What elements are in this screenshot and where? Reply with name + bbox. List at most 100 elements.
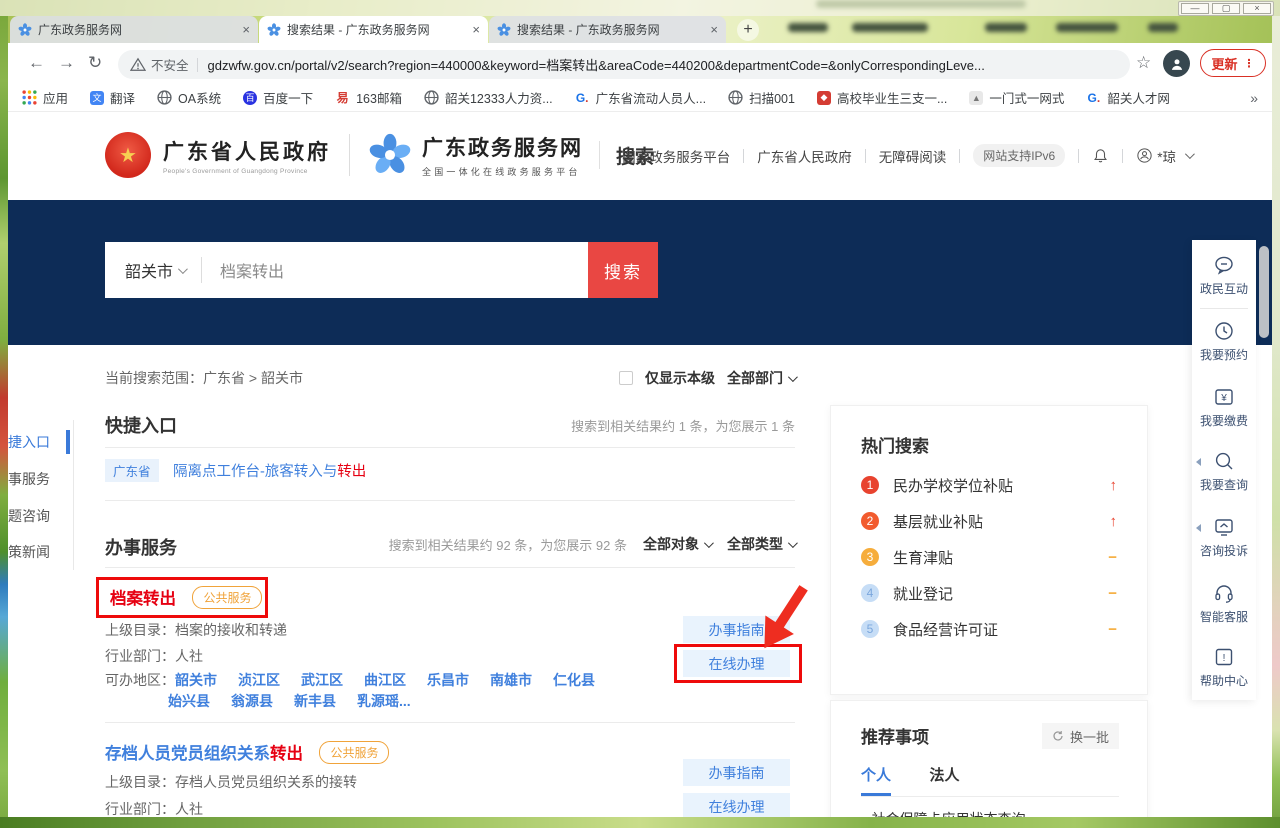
hot-search-item[interactable]: 5 食品经营许可证 − xyxy=(831,611,1147,647)
bookmark-scan001[interactable]: 扫描001 xyxy=(728,88,795,107)
hot-search-item[interactable]: 1 民办学校学位补贴 ↑ xyxy=(831,467,1147,503)
region-selector[interactable]: 韶关市 xyxy=(125,258,173,282)
nav-gov-site[interactable]: 广东省人民政府 xyxy=(757,146,852,166)
area-link[interactable]: 武江区 xyxy=(301,670,343,690)
window-minimize-button[interactable]: — xyxy=(1181,3,1209,14)
divider xyxy=(1200,308,1248,309)
search-input[interactable] xyxy=(218,260,588,280)
bookmark-12333[interactable]: 韶关12333人力资... xyxy=(424,88,553,107)
quick-entry-link[interactable]: 隔离点工作台-旅客转入与转出 xyxy=(173,464,366,480)
user-icon xyxy=(1137,148,1152,163)
bookmark-163mail[interactable]: 易 163邮箱 xyxy=(335,88,402,107)
all-objects-dropdown[interactable]: 全部对象 xyxy=(643,534,714,554)
area-link[interactable]: 韶关市 xyxy=(175,670,217,690)
area-link[interactable]: 乐昌市 xyxy=(427,670,469,690)
bell-icon[interactable] xyxy=(1092,147,1109,165)
hot-search-text: 生育津贴 xyxy=(893,549,954,567)
anchor-services[interactable]: 办事服务 xyxy=(8,469,50,489)
browser-tab-1[interactable]: 广东政务服务网 × xyxy=(10,16,258,43)
reload-icon[interactable]: ↻ xyxy=(88,53,102,73)
trend-up-icon: ↑ xyxy=(1109,512,1118,530)
toolbar-item-appointment[interactable]: 我要预约 xyxy=(1192,320,1256,363)
hot-search-item[interactable]: 3 生育津贴 − xyxy=(831,539,1147,575)
area-link[interactable]: 翁源县 xyxy=(231,691,273,711)
browser-menu-icon[interactable]: ⋮ xyxy=(1244,57,1255,70)
meta-label: 上级目录： xyxy=(105,774,175,790)
refresh-batch-button[interactable]: 换一批 xyxy=(1041,723,1119,749)
services-count: 搜索到相关结果约 92 条，为您展示 92 条 xyxy=(388,537,627,553)
result-meta: 行业部门：人社 xyxy=(105,799,203,819)
area-link[interactable]: 曲江区 xyxy=(364,670,406,690)
bookmark-apps[interactable]: 应用 xyxy=(22,88,68,107)
bookmark-oa[interactable]: OA系统 xyxy=(157,88,221,107)
search-button[interactable]: 搜索 xyxy=(588,242,658,298)
user-menu[interactable]: *琼 xyxy=(1136,146,1195,166)
all-objects-label: 全部对象 xyxy=(643,536,699,552)
area-link[interactable]: 浈江区 xyxy=(238,670,280,690)
chevron-down-icon[interactable] xyxy=(177,263,188,274)
back-icon[interactable]: ← xyxy=(28,53,45,73)
forward-icon[interactable]: → xyxy=(58,53,75,73)
tab-close-icon[interactable]: × xyxy=(242,23,250,36)
person-icon xyxy=(1171,58,1182,70)
address-bar[interactable]: 不安全 gdzwfw.gov.cn/portal/v2/search?regio… xyxy=(118,50,1130,79)
tab-personal[interactable]: 个人 xyxy=(861,764,892,796)
bookmark-yimenshi[interactable]: ▲ 一门式一网式 xyxy=(969,88,1064,107)
bookmark-liudong[interactable]: G. 广东省流动人员人... xyxy=(575,88,706,107)
toolbar-item-interaction[interactable]: 政民互动 xyxy=(1192,254,1256,297)
guide-button[interactable]: 办事指南 xyxy=(683,759,790,786)
tab-title: 搜索结果 - 广东政务服务网 xyxy=(287,23,430,37)
anchor-policy-news[interactable]: 政策新闻 xyxy=(8,542,50,562)
window-close-button[interactable]: × xyxy=(1243,3,1271,14)
bookmark-label: 广东省流动人员人... xyxy=(595,92,707,106)
netease-icon: 易 xyxy=(336,91,349,105)
area-link[interactable]: 新丰县 xyxy=(294,691,336,711)
toolbar-item-complaint[interactable]: 咨询投诉 xyxy=(1192,516,1256,559)
browser-tab-2-active[interactable]: 搜索结果 - 广东政务服务网 × xyxy=(259,16,488,43)
nav-accessibility[interactable]: 无障碍阅读 xyxy=(879,146,947,166)
bookmarks-overflow-icon[interactable]: » xyxy=(1250,90,1258,106)
meta-value: 人社 xyxy=(175,648,203,664)
hot-search-item[interactable]: 4 就业登记 − xyxy=(831,575,1147,611)
desktop: — ▢ × 广东政务服务网 × 搜索结果 - 广东政务服务网 × 搜索结果 - … xyxy=(0,0,1280,828)
bookmark-sanzhi[interactable]: ◆ 高校毕业生三支一... xyxy=(816,88,947,107)
bookmark-baidu[interactable]: 百 百度一下 xyxy=(243,88,313,107)
nav-national-platform[interactable]: 国家政务服务平台 xyxy=(622,146,730,166)
area-link[interactable]: 南雄市 xyxy=(490,670,532,690)
tab-close-icon[interactable]: × xyxy=(472,23,480,36)
browser-update-button[interactable]: 更新 ⋮ xyxy=(1200,49,1266,77)
anchor-consult[interactable]: 问题咨询 xyxy=(8,506,50,526)
browser-tab-3[interactable]: 搜索结果 - 广东政务服务网 × xyxy=(489,16,726,43)
search-box: 韶关市 xyxy=(105,242,588,298)
chevron-down-icon xyxy=(1184,149,1195,160)
area-link[interactable]: 仁化县 xyxy=(553,670,595,690)
bookmark-translate[interactable]: 文 翻译 xyxy=(90,88,135,107)
only-level-checkbox[interactable] xyxy=(619,371,633,385)
toolbar-item-payment[interactable]: ¥ 我要缴费 xyxy=(1192,386,1256,429)
online-apply-button[interactable]: 在线办理 xyxy=(683,793,790,820)
area-link[interactable]: 乳源瑶... xyxy=(357,691,411,711)
window-maximize-button[interactable]: ▢ xyxy=(1212,3,1240,14)
quick-entry-item[interactable]: 广东省 隔离点工作台-旅客转入与转出 xyxy=(105,459,366,482)
bookmark-label: 应用 xyxy=(43,92,69,106)
tab-close-icon[interactable]: × xyxy=(710,23,718,36)
site-favicon xyxy=(267,22,281,36)
result-title-link[interactable]: 存档人员党员组织关系转出 xyxy=(105,745,303,763)
all-types-dropdown[interactable]: 全部类型 xyxy=(727,534,798,554)
chat-bubble-icon xyxy=(1215,256,1233,275)
all-departments-dropdown[interactable]: 全部部门 xyxy=(727,368,798,388)
toolbar-item-help-center[interactable]: ! 帮助中心 xyxy=(1192,646,1256,689)
anchor-quick-entry[interactable]: 快捷入口 xyxy=(8,432,50,452)
desktop-wallpaper-edge xyxy=(1272,16,1280,828)
globe-icon xyxy=(424,90,439,105)
tab-legal-entity[interactable]: 法人 xyxy=(929,764,959,793)
hot-search-item[interactable]: 2 基层就业补贴 ↑ xyxy=(831,503,1147,539)
area-link[interactable]: 始兴县 xyxy=(168,691,210,711)
bookmark-rencai[interactable]: G. 韶关人才网 xyxy=(1086,88,1170,107)
scrollbar-thumb[interactable] xyxy=(1259,246,1269,338)
toolbar-item-smart-service[interactable]: 智能客服 xyxy=(1192,582,1256,625)
profile-avatar[interactable] xyxy=(1163,50,1190,77)
toolbar-item-inquiry[interactable]: 我要查询 xyxy=(1192,450,1256,493)
new-tab-button[interactable]: + xyxy=(737,19,759,41)
bookmark-star-icon[interactable]: ☆ xyxy=(1136,53,1151,73)
